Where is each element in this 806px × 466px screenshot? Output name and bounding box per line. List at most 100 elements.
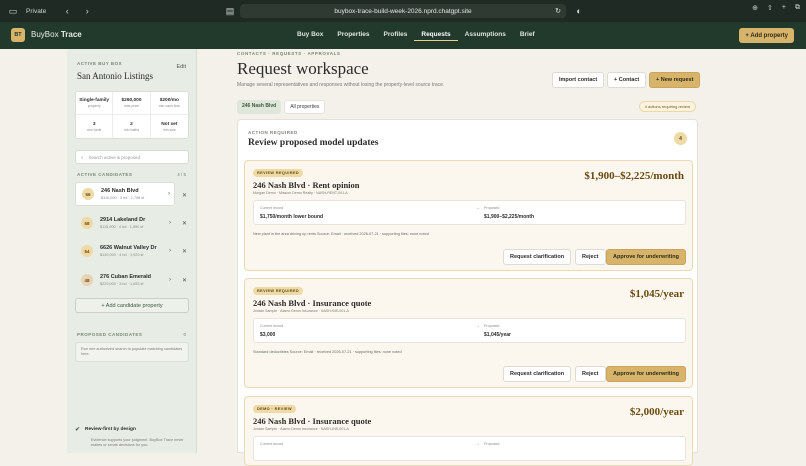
review-first-text: Evidence supports your judgment. BuyBox … xyxy=(91,438,184,447)
panel-count: 4 xyxy=(674,132,687,145)
reload-icon[interactable]: ↻ xyxy=(555,7,561,15)
tab-nash-blvd[interactable]: 246 Nash Blvd xyxy=(237,100,282,114)
current-label: Current record xyxy=(260,324,284,328)
download-icon[interactable]: ⊕ xyxy=(752,4,758,12)
app-header: BT BuyBox Trace Buy Box Properties Profi… xyxy=(0,22,806,49)
chevron-right-icon: › xyxy=(169,277,171,283)
add-contact-button[interactable]: + Contact xyxy=(607,72,647,88)
nav-profiles[interactable]: Profiles xyxy=(377,29,415,41)
property-filter-tabs: 246 Nash Blvd All properties xyxy=(237,100,326,114)
tab-all-properties[interactable]: All properties xyxy=(284,100,326,114)
candidate-score: 58 xyxy=(81,217,93,229)
stat-key: min beds xyxy=(87,127,102,132)
main-nav: Buy Box Properties Profiles Requests Ass… xyxy=(290,29,542,41)
main-content: CONTACTS · REQUESTS · APPROVALS Request … xyxy=(197,49,806,466)
active-candidates-label: ACTIVE CANDIDATES xyxy=(77,172,133,177)
card-title: 246 Nash Blvd · Rent opinion xyxy=(253,180,360,190)
arrow-right-icon: → xyxy=(475,323,480,329)
current-value: $1,750/month lower bound xyxy=(260,214,324,220)
logo: BT xyxy=(11,28,25,42)
request-clarification-button[interactable]: Request clarification xyxy=(503,366,572,382)
nav-properties[interactable]: Properties xyxy=(330,29,376,41)
proposed-label: Proposed xyxy=(484,442,500,446)
import-contact-button[interactable]: Import contact xyxy=(552,72,605,88)
shield-icon[interactable]: ◐ xyxy=(572,4,586,18)
status-badge: DEMO · REVIEW xyxy=(253,405,296,413)
tab-overview-icon[interactable]: ⧉ xyxy=(795,4,800,12)
card-title: 246 Nash Blvd · Insurance quote xyxy=(253,416,372,426)
arrow-right-icon: → xyxy=(475,441,480,447)
remove-candidate-icon[interactable]: ✕ xyxy=(182,248,187,255)
approve-button[interactable]: Approve for underwriting xyxy=(606,249,686,265)
request-clarification-button[interactable]: Request clarification xyxy=(503,249,572,265)
card-amount: $1,045/year xyxy=(629,288,684,300)
value-comparison: Current record $1,750/month lower bound … xyxy=(253,200,686,225)
chevron-right-icon: › xyxy=(169,220,171,226)
nav-requests[interactable]: Requests xyxy=(414,29,458,41)
stat-value: Single-family xyxy=(79,98,110,103)
browser-toolbar: ▭ Private ‹ › ▤ buybox-trace-build-week-… xyxy=(0,0,806,22)
brand-a: BuyBox xyxy=(31,30,59,39)
candidate-item[interactable]: 58 2914 Lakeland Dr $115,000 · 4 bd · 1,5… xyxy=(75,211,175,235)
new-request-button[interactable]: + New request xyxy=(649,72,701,88)
value-comparison: Current record → Proposed xyxy=(253,436,686,461)
chevron-right-icon: › xyxy=(169,248,171,254)
url-text: buybox-trace-build-week-2026.nprd.chatgp… xyxy=(334,7,472,15)
approve-button[interactable]: Approve for underwriting xyxy=(606,366,686,382)
candidate-score: 54 xyxy=(81,245,93,257)
nav-assumptions[interactable]: Assumptions xyxy=(458,29,513,41)
candidate-item[interactable]: 54 6626 Walnut Valley Dr $149,000 · 4 bd … xyxy=(75,239,175,263)
candidate-score: 56 xyxy=(82,188,94,200)
add-candidate-button[interactable]: + Add candidate property xyxy=(75,298,189,313)
chevron-right-icon: › xyxy=(168,191,170,197)
review-card: REVIEW REQUIRED 246 Nash Blvd · Insuranc… xyxy=(244,278,693,388)
stat-property: Single-family property xyxy=(76,92,114,115)
status-badge: REVIEW REQUIRED xyxy=(253,287,304,295)
add-property-button[interactable]: + Add property xyxy=(739,28,794,43)
active-buy-box-label: ACTIVE BUY BOX xyxy=(77,61,123,66)
page-title: Request workspace xyxy=(237,59,369,78)
remove-candidate-icon[interactable]: ✕ xyxy=(182,277,187,284)
actions-required-badge: 4 actions requiring review xyxy=(638,101,696,112)
proposed-candidates-empty: Run one authorized search to populate ma… xyxy=(75,342,189,362)
address-bar[interactable]: buybox-trace-build-week-2026.nprd.chatgp… xyxy=(240,4,566,18)
reject-button[interactable]: Reject xyxy=(575,249,606,265)
candidate-score: 48 xyxy=(81,274,93,286)
card-meta: Jordan Sample · Alamo Demo Insurance · N… xyxy=(253,427,349,431)
edit-button[interactable]: Edit xyxy=(177,64,186,70)
value-comparison: Current record $3,000 → Proposed $1,045/… xyxy=(253,318,686,343)
current-label: Current record xyxy=(260,442,284,446)
stat-cash-flow: $200/mo min cash flow xyxy=(150,92,188,115)
stat-value: $260,000 xyxy=(121,98,142,103)
page-menu-icon[interactable]: ▤ xyxy=(223,4,237,18)
share-icon[interactable]: ⇧ xyxy=(767,4,773,12)
card-amount: $1,900–$2,225/month xyxy=(584,170,684,182)
review-first-note: ✔ Review-first by design Evidence suppor… xyxy=(75,427,189,448)
reject-button[interactable]: Reject xyxy=(575,366,606,382)
proposed-candidates-count: 0 xyxy=(183,332,186,337)
candidate-item[interactable]: 48 276 Cuban Emerald $229,000 · 3 bd · 1,… xyxy=(75,268,175,292)
current-label: Current record xyxy=(260,206,284,210)
nav-buy-box[interactable]: Buy Box xyxy=(290,29,330,41)
remove-candidate-icon[interactable]: ✕ xyxy=(182,192,187,199)
buy-box-stats: Single-family property $260,000 max price … xyxy=(75,91,189,139)
proposed-label: Proposed xyxy=(484,324,500,328)
stat-key: property xyxy=(87,104,101,108)
review-first-title: Review-first by design xyxy=(85,427,136,432)
sidebar-toggle-icon[interactable]: ▭ xyxy=(6,4,20,18)
candidate-search-input[interactable]: ⌕ Search active & proposed xyxy=(75,150,189,164)
search-placeholder: Search active & proposed xyxy=(88,154,141,160)
panel-title: Review proposed model updates xyxy=(248,138,379,148)
stat-value: 3 xyxy=(92,121,96,127)
nav-brief[interactable]: Brief xyxy=(513,29,542,41)
stat-value: $200/mo xyxy=(159,98,179,103)
new-tab-icon[interactable]: + xyxy=(782,4,786,12)
candidate-detail: $229,000 · 3 bd · 1,653 sf xyxy=(100,282,144,286)
candidate-item[interactable]: 56 246 Nash Blvd $110,000 · 3 bd · 1,798 … xyxy=(75,182,175,206)
action-required-panel: ACTION REQUIRED Review proposed model up… xyxy=(237,119,698,466)
proposed-candidates-label: PROPOSED CANDIDATES xyxy=(77,332,143,337)
card-note: Standard deductibles Source: Email · rec… xyxy=(253,350,402,354)
forward-icon[interactable]: › xyxy=(80,4,94,18)
remove-candidate-icon[interactable]: ✕ xyxy=(182,220,187,227)
back-icon[interactable]: ‹ xyxy=(60,4,74,18)
